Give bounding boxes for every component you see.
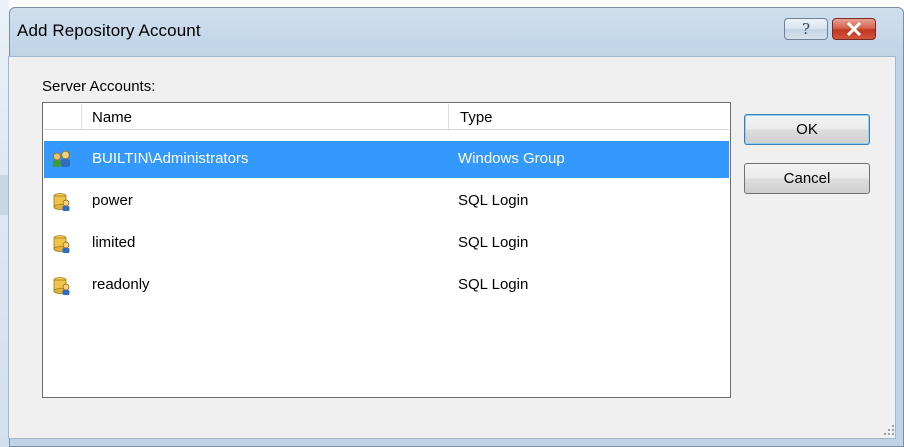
database-user-icon — [53, 193, 70, 211]
list-header: Name Type — [44, 104, 729, 130]
column-header-type[interactable]: Type — [460, 109, 493, 126]
account-name: power — [92, 192, 133, 209]
database-user-icon — [53, 235, 70, 253]
account-name: BUILTIN\Administrators — [92, 150, 249, 167]
column-separator — [81, 104, 82, 129]
help-icon: ? — [801, 19, 811, 38]
server-accounts-label: Server Accounts: — [42, 78, 156, 95]
list-item[interactable]: BUILTIN\Administrators Windows Group — [44, 141, 729, 178]
account-type: SQL Login — [458, 276, 529, 293]
account-name: limited — [92, 234, 136, 251]
ok-button[interactable]: OK — [744, 114, 870, 145]
column-separator[interactable] — [448, 104, 449, 129]
dialog-title: Add Repository Account — [17, 21, 201, 40]
list-item[interactable]: limited SQL Login — [44, 225, 729, 262]
list-item[interactable]: power SQL Login — [44, 183, 729, 220]
database-user-icon — [53, 277, 70, 295]
server-accounts-list[interactable]: Name Type BUILTIN\Administrators Windows… — [42, 102, 731, 398]
account-type: SQL Login — [458, 234, 529, 251]
close-icon — [846, 22, 862, 36]
close-button[interactable] — [832, 18, 876, 40]
help-button[interactable]: ? — [784, 18, 828, 40]
resize-grip-icon[interactable] — [883, 424, 895, 436]
users-group-icon — [53, 150, 70, 167]
account-type: Windows Group — [458, 150, 565, 167]
cancel-button[interactable]: Cancel — [744, 163, 870, 194]
column-header-name[interactable]: Name — [92, 109, 132, 126]
account-type: SQL Login — [458, 192, 529, 209]
account-name: readonly — [92, 276, 150, 293]
list-item[interactable]: readonly SQL Login — [44, 267, 729, 304]
